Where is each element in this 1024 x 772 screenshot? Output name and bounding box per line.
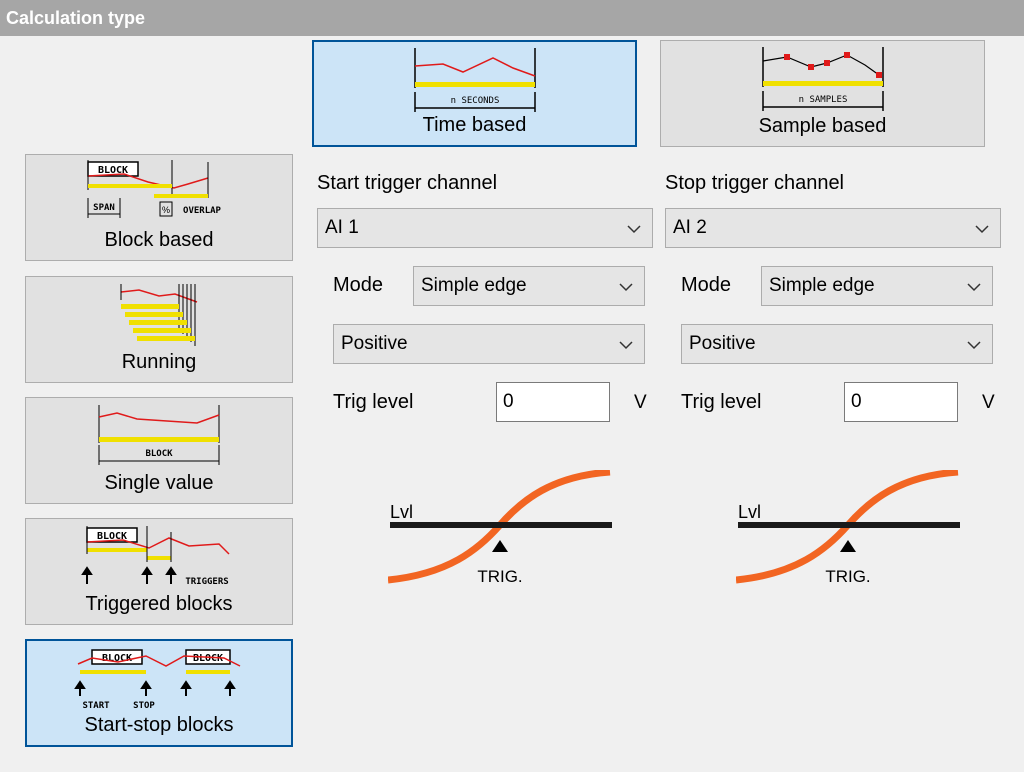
- chevron-down-icon: [975, 225, 989, 234]
- stop-edge-select[interactable]: Positive: [681, 324, 993, 364]
- calculation-type-panel: n SECONDS Time based n SAMPLES Sample ba…: [0, 36, 1024, 772]
- stop-label: STOP: [133, 701, 155, 711]
- triggered-blocks-button[interactable]: BLOCK TRIGGERS Triggered blocks: [25, 518, 293, 625]
- sample-based-icon-text: n SAMPLES: [798, 95, 847, 105]
- chevron-down-icon: [967, 341, 981, 350]
- single-value-label: Single value: [104, 472, 214, 494]
- start-trigger-heading: Start trigger channel: [317, 172, 498, 194]
- start-mode-select[interactable]: Simple edge: [413, 266, 645, 306]
- chevron-down-icon: [967, 283, 981, 292]
- start-edge-select[interactable]: Positive: [333, 324, 645, 364]
- percent-label: %: [162, 205, 170, 215]
- start-channel-select[interactable]: AI 1: [317, 208, 653, 248]
- start-channel-value: AI 1: [325, 217, 359, 238]
- sample-based-button[interactable]: n SAMPLES Sample based: [660, 40, 985, 147]
- running-icon: [120, 284, 198, 346]
- overlap-label: OVERLAP: [183, 206, 222, 216]
- single-value-button[interactable]: BLOCK Single value: [25, 397, 293, 504]
- start-trig-level-input[interactable]: 0: [496, 382, 610, 422]
- stop-mode-select[interactable]: Simple edge: [761, 266, 993, 306]
- stop-channel-select[interactable]: AI 2: [665, 208, 1001, 248]
- stop-mode-label: Mode: [681, 274, 732, 296]
- running-button[interactable]: Running: [25, 276, 293, 383]
- block-label: BLOCK: [193, 653, 223, 664]
- time-based-label: Time based: [422, 114, 527, 136]
- running-label: Running: [121, 351, 197, 373]
- sample-based-icon: n SAMPLES: [761, 47, 884, 111]
- time-based-icon-text: n SECONDS: [450, 96, 499, 106]
- trig-label: TRIG.: [477, 567, 522, 586]
- triggered-blocks-label: Triggered blocks: [85, 593, 233, 615]
- triggers-label: TRIGGERS: [185, 577, 228, 587]
- stop-unit-label: V: [982, 392, 995, 413]
- start-stop-blocks-label: Start-stop blocks: [84, 714, 234, 736]
- trig-marker: [492, 540, 508, 552]
- start-mode-value: Simple edge: [421, 275, 527, 296]
- single-value-icon: BLOCK: [98, 405, 220, 465]
- chevron-down-icon: [619, 341, 633, 350]
- stop-channel-value: AI 2: [673, 217, 707, 238]
- start-stop-blocks-icon: BLOCK BLOCK START STOP: [74, 649, 241, 711]
- section-title: Calculation type: [0, 0, 1024, 36]
- trig-label: TRIG.: [825, 567, 870, 586]
- start-trig-level-label: Trig level: [333, 391, 414, 413]
- stop-trigger-curve-graph: Lvl TRIG.: [736, 470, 960, 586]
- start-trigger-curve-graph: Lvl TRIG.: [388, 470, 612, 586]
- trig-marker: [840, 540, 856, 552]
- sample-based-label: Sample based: [758, 115, 887, 137]
- start-stop-blocks-button[interactable]: BLOCK BLOCK START STOP Start-stop blocks: [25, 639, 293, 747]
- start-label: START: [82, 701, 110, 711]
- start-unit-label: V: [634, 392, 647, 413]
- lvl-label: Lvl: [738, 502, 761, 522]
- span-label: SPAN: [93, 203, 115, 213]
- stop-mode-value: Simple edge: [769, 275, 875, 296]
- triggered-blocks-icon: BLOCK TRIGGERS: [81, 526, 230, 587]
- stop-trig-level-label: Trig level: [681, 391, 762, 413]
- stop-edge-value: Positive: [689, 333, 756, 354]
- stop-trig-level-input[interactable]: 0: [844, 382, 958, 422]
- block-label: BLOCK: [145, 449, 173, 459]
- block-based-label: Block based: [104, 229, 214, 251]
- time-based-icon: n SECONDS: [413, 48, 536, 112]
- chevron-down-icon: [619, 283, 633, 292]
- time-based-button[interactable]: n SECONDS Time based: [312, 40, 637, 147]
- block-based-icon: BLOCK SPAN % OVERLAP: [87, 160, 222, 218]
- start-mode-label: Mode: [333, 274, 384, 296]
- block-based-button[interactable]: BLOCK SPAN % OVERLAP Block based: [25, 154, 293, 261]
- start-edge-value: Positive: [341, 333, 408, 354]
- chevron-down-icon: [627, 225, 641, 234]
- stop-trigger-heading: Stop trigger channel: [665, 172, 845, 194]
- lvl-label: Lvl: [390, 502, 413, 522]
